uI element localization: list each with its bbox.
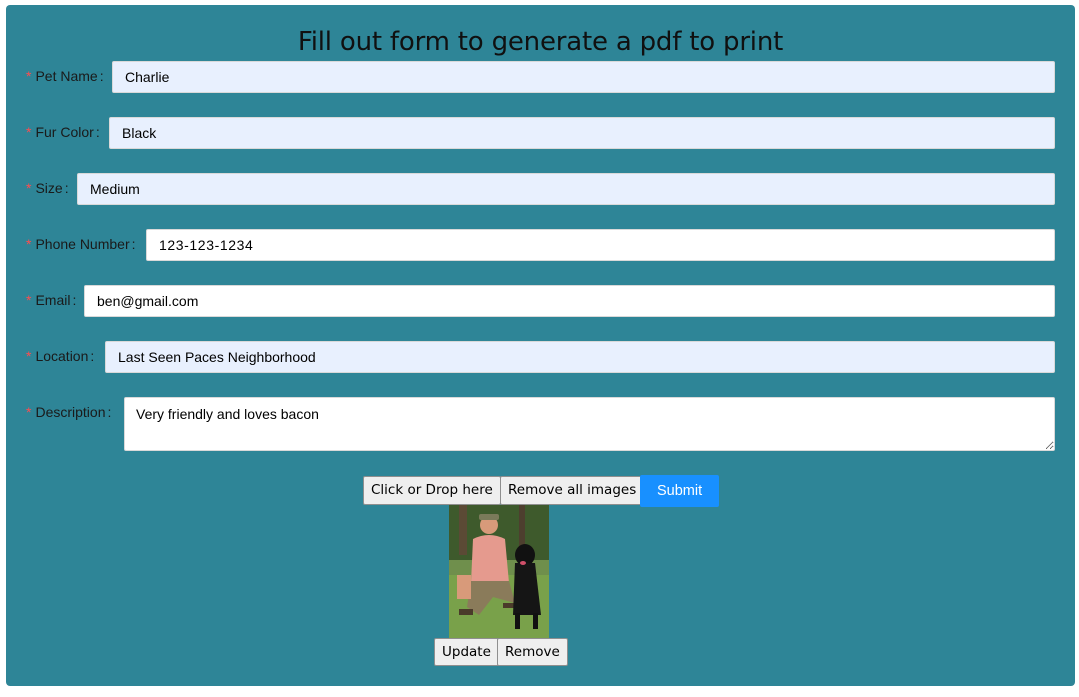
required-mark: * <box>26 236 32 252</box>
required-mark: * <box>26 124 32 140</box>
email-label: * Email: <box>26 292 77 308</box>
uploaded-photo <box>449 505 549 638</box>
required-mark: * <box>26 68 32 84</box>
required-mark: * <box>26 404 32 420</box>
fur-color-input[interactable] <box>109 117 1055 149</box>
photo-man-with-dog <box>449 505 549 638</box>
submit-button[interactable]: Submit <box>640 475 720 507</box>
page-title: Fill out form to generate a pdf to print <box>297 27 784 57</box>
description-label: * Description: <box>26 404 112 420</box>
form-panel: Fill out form to generate a pdf to print… <box>6 5 1075 686</box>
pet-name-label: * Pet Name: <box>26 68 104 84</box>
required-mark: * <box>26 348 32 364</box>
size-input[interactable] <box>77 173 1055 205</box>
pet-name-input[interactable] <box>112 61 1055 93</box>
phone-number-input[interactable] <box>146 229 1055 261</box>
required-mark: * <box>26 292 32 308</box>
email-input[interactable] <box>84 285 1055 317</box>
update-image-button[interactable]: Update <box>434 638 499 666</box>
required-mark: * <box>26 180 32 196</box>
click-or-drop-button[interactable]: Click or Drop here <box>363 476 501 505</box>
phone-number-label: * Phone Number: <box>26 236 136 252</box>
description-textarea[interactable]: Very friendly and loves bacon <box>124 397 1055 451</box>
remove-image-button[interactable]: Remove <box>497 638 568 666</box>
location-input[interactable] <box>105 341 1055 373</box>
location-label: * Location: <box>26 348 95 364</box>
remove-all-images-button[interactable]: Remove all images <box>500 476 645 505</box>
size-label: * Size: <box>26 180 69 196</box>
fur-color-label: * Fur Color: <box>26 124 100 140</box>
